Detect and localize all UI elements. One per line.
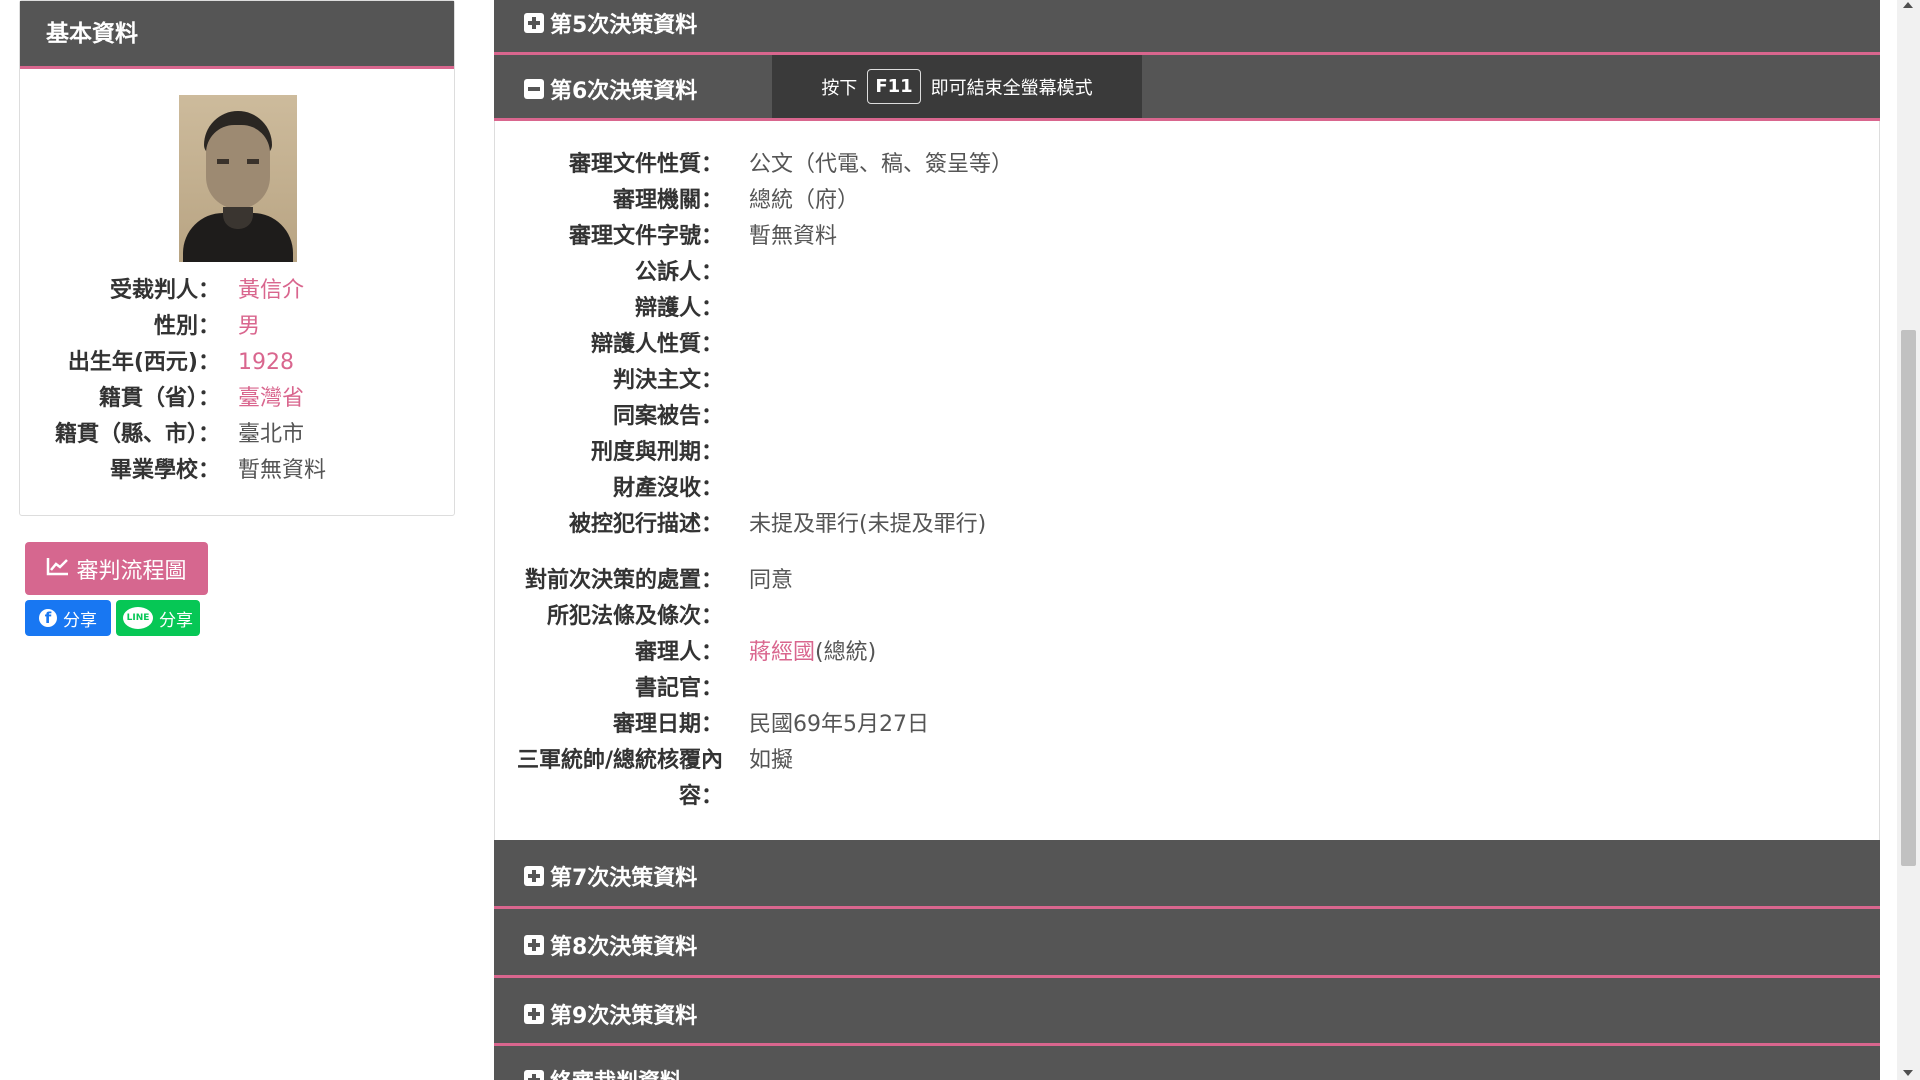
section-decision-5[interactable]: 第5次決策資料 <box>494 0 1880 55</box>
expand-plus-icon <box>524 935 544 955</box>
detail-label: 書記官： <box>634 676 723 701</box>
collapse-minus-icon <box>524 79 544 99</box>
field-gender: 性別： 男 <box>20 309 456 345</box>
scroll-up-arrow-icon[interactable] <box>1903 2 1913 8</box>
vertical-scrollbar[interactable] <box>1897 0 1920 1080</box>
facebook-share-label: 分享 <box>63 610 97 631</box>
section-title: 終審裁判資料 <box>550 1064 682 1080</box>
detail-label: 辯護人： <box>634 296 723 321</box>
detail-value: 民國69年5月27日 <box>749 712 929 737</box>
field-label: 性別： <box>153 314 220 339</box>
detail-label: 公訴人： <box>634 260 723 285</box>
chart-line-icon <box>46 556 70 582</box>
detail-value: 同意 <box>749 568 794 593</box>
facebook-share-button[interactable]: f 分享 <box>25 600 111 636</box>
detail-label: 同案被告： <box>612 404 723 429</box>
decision-6-details: 審理文件性質： 公文（代電、稿、簽呈等） 審理機關： 總統（府） 審理文件字號：… <box>494 121 1880 840</box>
scroll-down-arrow-icon[interactable] <box>1903 1070 1913 1076</box>
detail-value: 如擬 <box>749 748 794 773</box>
detail-label: 財產沒收： <box>612 476 723 501</box>
field-label: 籍貫（縣、市）： <box>54 422 220 447</box>
detail-label: 容： <box>678 784 723 809</box>
expand-plus-icon <box>524 13 544 33</box>
detail-label: 三軍統帥/總統核覆內 <box>516 748 723 773</box>
detail-label: 刑度與刑期： <box>590 440 723 465</box>
detail-label: 對前次決策的處置： <box>524 568 723 593</box>
section-title: 第6次決策資料 <box>550 79 698 104</box>
line-share-label: 分享 <box>159 610 193 631</box>
detail-value: 未提及罪行(未提及罪行) <box>749 512 987 537</box>
field-city: 籍貫（縣、市）： 臺北市 <box>20 417 456 453</box>
basic-info-fields: 受裁判人： 黃信介 性別： 男 出生年(西元)： 1928 籍貫（省）： 臺灣省… <box>20 273 456 489</box>
field-label: 畢業學校： <box>109 458 220 483</box>
detail-label: 審理文件性質： <box>568 152 723 177</box>
fullscreen-exit-notice: 按下 F11 即可結束全螢幕模式 <box>772 55 1142 118</box>
province-link[interactable]: 臺灣省 <box>238 381 304 417</box>
facebook-icon: f <box>39 609 57 627</box>
section-title: 第5次決策資料 <box>550 13 698 38</box>
line-icon: LINE <box>123 607 153 629</box>
field-birth-year: 出生年(西元)： 1928 <box>20 345 456 381</box>
section-title: 第9次決策資料 <box>550 1004 698 1029</box>
section-final-verdict[interactable]: 終審裁判資料 <box>494 1046 1880 1080</box>
section-decision-6[interactable]: 第6次決策資料 <box>494 55 1880 121</box>
section-title: 第8次決策資料 <box>550 935 698 960</box>
section-decision-8[interactable]: 第8次決策資料 <box>494 909 1880 978</box>
expand-plus-icon <box>524 866 544 886</box>
birth-year-link[interactable]: 1928 <box>238 345 294 381</box>
detail-value: 暫無資料 <box>749 224 838 249</box>
detail-label: 被控犯行描述： <box>568 512 723 537</box>
section-decision-7[interactable]: 第7次決策資料 <box>494 840 1880 909</box>
section-decision-9[interactable]: 第9次決策資料 <box>494 978 1880 1046</box>
line-share-button[interactable]: LINE 分享 <box>116 600 200 636</box>
detail-label: 審理機關： <box>612 188 723 213</box>
defendant-photo <box>179 95 297 262</box>
school-value: 暫無資料 <box>238 458 327 483</box>
reviewer-link[interactable]: 蔣經國 <box>749 640 815 665</box>
detail-label: 辯護人性質： <box>590 332 723 357</box>
field-province: 籍貫（省）： 臺灣省 <box>20 381 456 417</box>
defendant-name-link[interactable]: 黃信介 <box>238 273 304 309</box>
reviewing-agency-link[interactable]: 總統（府） <box>749 183 859 219</box>
field-label: 籍貫（省）： <box>98 386 220 411</box>
notice-prefix: 按下 <box>821 77 858 99</box>
detail-label: 審理日期： <box>612 712 723 737</box>
expand-plus-icon <box>524 1004 544 1024</box>
expand-plus-icon <box>524 1070 544 1080</box>
section-title: 第7次決策資料 <box>550 866 698 891</box>
detail-value: 蔣經國(總統) <box>749 635 876 671</box>
notice-suffix: 即可結束全螢幕模式 <box>930 77 1093 99</box>
field-school: 畢業學校： 暫無資料 <box>20 453 456 489</box>
detail-label: 判決主文： <box>612 368 723 393</box>
city-value: 臺北市 <box>238 422 305 447</box>
detail-label: 審理文件字號： <box>568 224 723 249</box>
basic-info-card: 基本資料 受裁判人： 黃信介 性別： 男 出生年(西元)： 1928 籍貫（省）… <box>19 0 455 516</box>
f11-key: F11 <box>867 69 921 104</box>
detail-value: 公文（代電、稿、簽呈等） <box>749 152 1014 177</box>
field-label: 受裁判人： <box>109 278 220 303</box>
field-defendant: 受裁判人： 黃信介 <box>20 273 456 309</box>
gender-link[interactable]: 男 <box>238 309 260 345</box>
detail-label: 所犯法條及條次： <box>546 604 723 629</box>
trial-flowchart-label: 審判流程圖 <box>76 558 187 584</box>
scrollbar-thumb[interactable] <box>1901 330 1916 866</box>
basic-info-header: 基本資料 <box>20 1 454 69</box>
detail-label: 審理人： <box>634 640 723 665</box>
reviewer-title: (總統) <box>815 640 877 665</box>
field-label: 出生年(西元)： <box>67 350 220 375</box>
trial-flowchart-button[interactable]: 審判流程圖 <box>25 542 208 595</box>
